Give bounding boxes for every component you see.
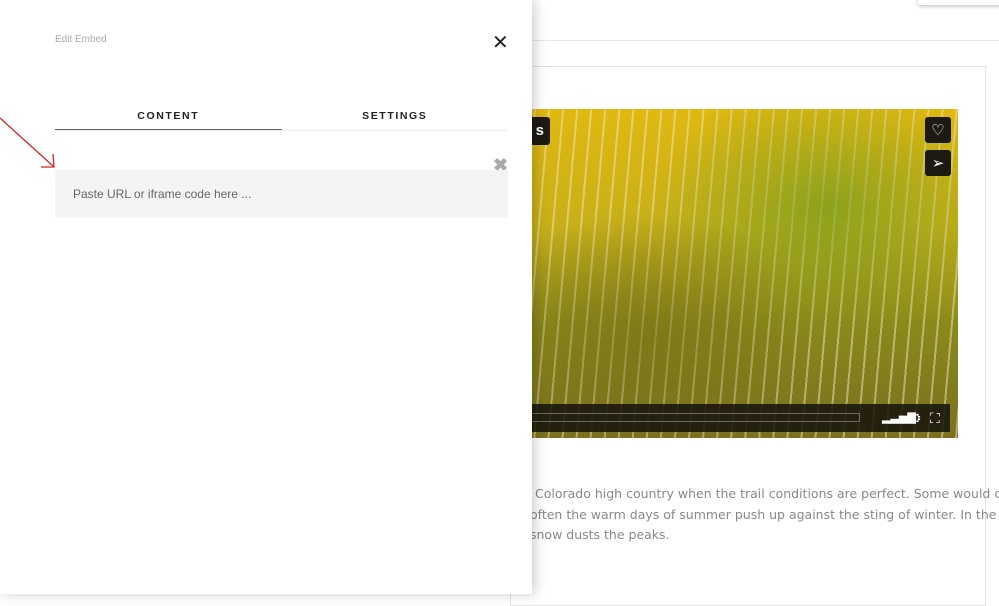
send-icon: ➢ [931,155,945,172]
like-button[interactable]: ♡ [925,117,951,143]
video-player[interactable]: s ♡ ➢ ▂▃▅▇ ⚙ ⛶ [520,109,958,438]
popup-edge [918,0,999,5]
video-controls: ▂▃▅▇ ⚙ ⛶ [520,404,950,432]
close-icon[interactable]: ✕ [492,30,509,55]
tab-settings[interactable]: SETTINGS [282,110,509,130]
embed-url-input[interactable] [55,170,508,218]
paragraph-line: Colorado high country when the trail con… [535,486,999,501]
tab-content[interactable]: CONTENT [55,110,282,130]
paragraph-line: often the warm days of summer push up ag… [530,506,999,522]
panel-tabs: CONTENT SETTINGS [55,110,508,131]
progress-bar[interactable] [520,413,860,422]
share-button[interactable]: ➢ [925,150,951,176]
article-paragraph: Colorado high country when the trail con… [516,484,999,546]
paragraph-line: snow dusts the peaks. [530,527,670,542]
heart-icon: ♡ [931,122,945,139]
panel-title: Edit Embed [55,34,107,45]
fullscreen-icon[interactable]: ⛶ [930,410,940,427]
annotation-arrow-icon [0,117,55,168]
edit-embed-panel: Edit Embed ✕ CONTENT SETTINGS ✖ [0,0,532,594]
settings-icon[interactable]: ⚙ [909,410,922,427]
